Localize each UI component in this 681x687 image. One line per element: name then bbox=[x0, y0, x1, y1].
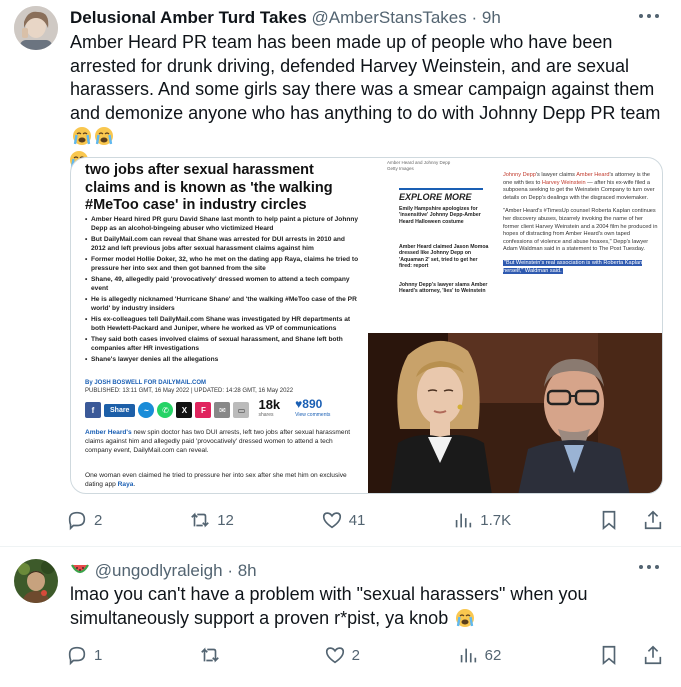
like-button[interactable]: 2 bbox=[324, 644, 360, 666]
reply-icon bbox=[68, 646, 86, 666]
share-icon[interactable] bbox=[642, 644, 664, 666]
comments-count: ♥890 View comments bbox=[295, 397, 331, 418]
loudly-crying-face-icon bbox=[95, 127, 113, 145]
user-handle[interactable]: @ungodlyraleigh bbox=[95, 561, 223, 580]
article-bullet: They said both cases involved claims of … bbox=[85, 335, 361, 353]
more-options-icon[interactable] bbox=[639, 564, 659, 570]
tweet-main: Delusional Amber Turd Takes @AmberStansT… bbox=[0, 0, 681, 546]
article-bullets: Amber Heard hired PR guru David Shane la… bbox=[85, 215, 361, 366]
shares-count: 18k shares bbox=[258, 397, 281, 418]
tweet-header: Delusional Amber Turd Takes @AmberStansT… bbox=[70, 8, 501, 28]
article-paragraph: Johnny Depp's lawyer claims Amber Heard'… bbox=[503, 172, 655, 201]
article-screenshot: two jobs after sexual harassment claims … bbox=[71, 158, 662, 493]
loudly-crying-face-icon bbox=[456, 608, 475, 627]
tweet-extra-actions bbox=[598, 644, 664, 666]
avatar-image bbox=[14, 6, 58, 50]
share-icon[interactable] bbox=[642, 509, 664, 531]
article-bullet: But DailyMail.com can reveal that Shane … bbox=[85, 235, 361, 253]
article-bullet: He is allegedly nicknamed 'Hurricane Sha… bbox=[85, 295, 361, 313]
heart-icon bbox=[322, 512, 341, 529]
explore-item: Amber Heard claimed Jason Momoa dressed … bbox=[399, 244, 489, 270]
views-count: 1.7K bbox=[480, 511, 512, 529]
tweet-extra-actions bbox=[598, 509, 664, 531]
article-bullet: Former model Hollie Doker, 32, who he me… bbox=[85, 255, 361, 273]
x-icon: X bbox=[176, 402, 193, 418]
tweet-body: lmao you can't have a problem with "sexu… bbox=[70, 584, 588, 628]
like-count: 2 bbox=[351, 646, 360, 664]
explore-item: Emily Hampshire apologizes for 'insensit… bbox=[399, 206, 481, 225]
comment-icon: ▭ bbox=[233, 402, 250, 418]
avatar[interactable] bbox=[14, 559, 58, 603]
article-bullet: His ex-colleagues tell DailyMail.com Sha… bbox=[85, 315, 361, 333]
explore-item: Johnny Depp's lawyer slams Amber Heard's… bbox=[399, 282, 488, 295]
tweet-reply: @ungodlyraleigh · 8h lmao you can't have… bbox=[0, 547, 681, 687]
share-button: Share bbox=[104, 403, 136, 417]
reply-button[interactable]: 1 bbox=[66, 644, 102, 666]
reply-button[interactable]: 2 bbox=[66, 509, 102, 531]
article-bullet: Shane's lawyer denies all the allegation… bbox=[85, 355, 361, 364]
explore-more-title: EXPLORE MORE bbox=[399, 188, 483, 202]
messenger-icon: ~ bbox=[138, 402, 155, 418]
views-button[interactable]: 1.7K bbox=[452, 509, 511, 531]
courtroom-photo bbox=[368, 333, 662, 493]
tweet-actions: 2 12 41 1.7K bbox=[66, 509, 664, 531]
tweet-header: @ungodlyraleigh · 8h bbox=[70, 559, 257, 581]
bookmark-icon[interactable] bbox=[598, 509, 620, 531]
article-lede: Amber Heard's new spin doctor has two DU… bbox=[85, 429, 351, 454]
heart-icon bbox=[325, 647, 344, 664]
reply-count: 1 bbox=[94, 646, 103, 664]
tweet-image[interactable]: two jobs after sexual harassment claims … bbox=[70, 157, 663, 494]
facebook-icon: f bbox=[85, 402, 101, 418]
article-headline: two jobs after sexual harassment claims … bbox=[85, 162, 333, 213]
views-button[interactable]: 62 bbox=[457, 644, 502, 666]
byline-dates: PUBLISHED: 13:11 GMT, 16 May 2022 | UPDA… bbox=[85, 388, 294, 394]
like-button[interactable]: 41 bbox=[321, 509, 366, 531]
article-share-row: f Share ~ ✆ X F ✉ ▭ 18k shares ♥890 View c… bbox=[85, 397, 361, 420]
display-name[interactable]: Delusional Amber Turd Takes bbox=[70, 8, 307, 27]
avatar[interactable] bbox=[14, 6, 58, 50]
tweet-text: Amber Heard PR team has been made up of … bbox=[70, 31, 670, 172]
article-bullet: Shane, 49, allegedly paid 'provocatively… bbox=[85, 275, 361, 293]
article-right-column: Johnny Depp's lawyer claims Amber Heard'… bbox=[503, 172, 658, 281]
tweet-text: lmao you can't have a problem with "sexu… bbox=[70, 583, 660, 630]
flipboard-icon: F bbox=[195, 402, 212, 418]
article-lede-2: One woman even claimed he tried to press… bbox=[85, 472, 347, 488]
retweet-count: 12 bbox=[217, 511, 234, 529]
article-highlight: "But Weinstein's real association is wit… bbox=[503, 259, 643, 274]
views-icon bbox=[460, 648, 476, 663]
reply-count: 2 bbox=[94, 511, 103, 529]
avatar-image bbox=[14, 559, 58, 603]
email-icon: ✉ bbox=[214, 402, 231, 418]
byline-author: By JOSH BOSWELL FOR DAILYMAIL.COM bbox=[85, 380, 207, 386]
timestamp[interactable]: · 8h bbox=[227, 561, 256, 580]
more-options-icon[interactable] bbox=[639, 13, 659, 19]
retweet-icon bbox=[191, 512, 210, 528]
retweet-button[interactable] bbox=[199, 644, 227, 666]
user-handle[interactable]: @AmberStansTakes bbox=[312, 8, 467, 27]
reply-icon bbox=[68, 511, 86, 531]
article-left-column: two jobs after sexual harassment claims … bbox=[85, 158, 361, 493]
tweet-actions: 1 2 62 bbox=[66, 644, 664, 666]
courtroom-photo-image bbox=[368, 333, 662, 493]
article-bullet: Amber Heard hired PR guru David Shane la… bbox=[85, 215, 361, 233]
views-icon bbox=[456, 513, 472, 528]
timestamp[interactable]: · 9h bbox=[471, 8, 500, 27]
article-paragraph: "Amber Heard's #TimesUp counsel Roberta … bbox=[503, 208, 658, 253]
watermelon-icon bbox=[71, 564, 89, 574]
article-sidebar: Amber Heard and Johnny Depp Getty Images … bbox=[387, 158, 501, 333]
retweet-button[interactable]: 12 bbox=[189, 509, 234, 531]
loudly-crying-face-icon bbox=[73, 127, 91, 145]
article-byline: By JOSH BOSWELL FOR DAILYMAIL.COM PUBLIS… bbox=[85, 379, 293, 395]
views-count: 62 bbox=[484, 646, 502, 664]
image-caption: Amber Heard and Johnny Depp Getty Images bbox=[387, 160, 451, 171]
retweet-icon bbox=[201, 647, 219, 663]
tweet-body: Amber Heard PR team has been made up of … bbox=[70, 32, 661, 123]
bookmark-icon[interactable] bbox=[598, 644, 620, 666]
whatsapp-icon: ✆ bbox=[157, 402, 174, 418]
like-count: 41 bbox=[348, 511, 366, 529]
